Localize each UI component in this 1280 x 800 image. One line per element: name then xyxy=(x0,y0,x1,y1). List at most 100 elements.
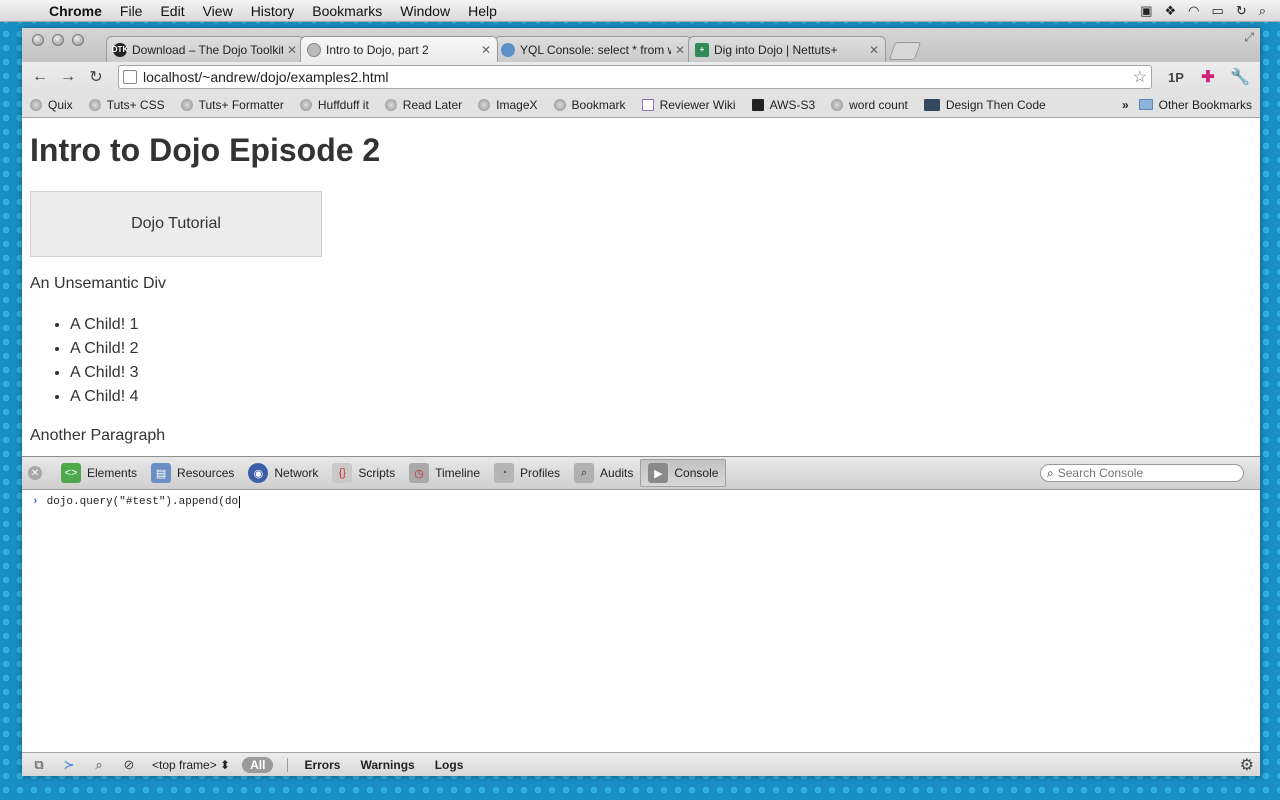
wifi-icon[interactable]: ◠ xyxy=(1188,3,1199,19)
dropbox-icon[interactable]: ❖ xyxy=(1165,3,1177,19)
devtools-close-icon[interactable]: ✕ xyxy=(28,466,42,480)
bookmark-star-icon[interactable]: ☆ xyxy=(1133,67,1147,87)
spotlight-icon[interactable]: ⌕ xyxy=(1259,3,1266,19)
camera-icon[interactable]: ▣ xyxy=(1140,3,1152,19)
globe-icon xyxy=(831,98,844,111)
panel-profiles[interactable]: ◔ Profiles xyxy=(487,459,567,487)
filter-errors[interactable]: Errors xyxy=(304,758,340,772)
tab-dojo-download[interactable]: DTK Download – The Dojo Toolkit ✕ xyxy=(106,36,304,62)
bookmark-tuts-css[interactable]: Tuts+ CSS xyxy=(88,97,165,112)
mac-menubar: Chrome File Edit View History Bookmarks … xyxy=(0,0,1280,22)
bookmark-imagex[interactable]: ImageX xyxy=(478,98,538,112)
globe-icon xyxy=(180,98,193,111)
filter-warnings[interactable]: Warnings xyxy=(360,758,414,772)
search-console-input[interactable] xyxy=(1057,466,1237,480)
bookmark-label: Other Bookmarks xyxy=(1158,97,1252,112)
console-input[interactable]: dojo.query("#test").append(do xyxy=(47,496,238,508)
network-icon: ◉ xyxy=(248,463,269,483)
tab-yql-console[interactable]: YQL Console: select * from w ✕ xyxy=(494,36,692,62)
bookmark-label: Design Then Code xyxy=(945,97,1046,112)
bookmark-word-count[interactable]: word count xyxy=(831,98,908,112)
menu-app-name[interactable]: Chrome xyxy=(40,3,111,19)
bookmark-read-later[interactable]: Read Later xyxy=(384,98,462,112)
panel-label: Timeline xyxy=(435,466,480,480)
tab-close-icon[interactable]: ✕ xyxy=(287,43,297,57)
back-icon[interactable]: ← xyxy=(28,66,52,88)
panel-elements[interactable]: <> Elements xyxy=(54,459,144,487)
panel-audits[interactable]: ⌕ Audits xyxy=(567,459,640,487)
browser-toolbar: ← → ↻ ☆ 1P ✚ 🔧 xyxy=(22,62,1260,92)
filter-all[interactable]: All xyxy=(242,756,274,773)
clear-console-icon[interactable]: ⊘ xyxy=(118,757,140,773)
fullscreen-icon[interactable]: ⤢ xyxy=(1244,30,1254,45)
nettuts-icon: + xyxy=(695,42,709,57)
address-bar[interactable]: ☆ xyxy=(118,65,1152,89)
panel-network[interactable]: ◉ Network xyxy=(241,459,325,487)
bookmark-label: Quix xyxy=(48,97,73,112)
panel-scripts[interactable]: {} Scripts xyxy=(325,459,402,487)
other-bookmarks[interactable]: Other Bookmarks xyxy=(1138,97,1252,112)
tab-intro-to-dojo[interactable]: Intro to Dojo, part 2 ✕ xyxy=(300,36,498,62)
forward-icon[interactable]: → xyxy=(56,66,80,88)
bookmark-design-then-code[interactable]: Design Then Code xyxy=(923,97,1046,112)
elements-icon: <> xyxy=(61,463,81,483)
inspect-search-icon[interactable]: ⌕ xyxy=(88,757,110,773)
tab-close-icon[interactable]: ✕ xyxy=(869,43,879,57)
battery-icon[interactable]: ▭ xyxy=(1212,3,1224,19)
new-tab-button[interactable] xyxy=(888,42,922,60)
bookmark-reviewer-wiki[interactable]: Reviewer Wiki xyxy=(641,97,736,112)
bookmark-bookmark[interactable]: Bookmark xyxy=(553,97,626,112)
tab-title: Intro to Dojo, part 2 xyxy=(326,42,429,57)
close-window-button[interactable] xyxy=(32,34,44,46)
console-prompt[interactable]: › dojo.query("#test").append(do xyxy=(32,496,1250,508)
yql-icon xyxy=(501,42,515,57)
gear-icon[interactable]: ⚙ xyxy=(1240,755,1254,775)
frame-label: <top frame> xyxy=(152,757,217,772)
minimize-window-button[interactable] xyxy=(52,34,64,46)
menu-bookmarks[interactable]: Bookmarks xyxy=(303,3,391,19)
bookmarks-bar: Quix Tuts+ CSS Tuts+ Formatter Huffduff … xyxy=(22,92,1260,118)
menu-view[interactable]: View xyxy=(194,3,242,19)
panel-timeline[interactable]: ◷ Timeline xyxy=(402,459,487,487)
panel-resources[interactable]: ▤ Resources xyxy=(144,459,241,487)
panel-console[interactable]: ▶ Console xyxy=(640,459,727,487)
frame-selector[interactable]: <top frame> ⬍ xyxy=(152,758,230,772)
devtools-toolbar: ✕ <> Elements ▤ Resources ◉ Network {} Scrip… xyxy=(22,456,1260,490)
bookmark-label: Bookmark xyxy=(571,97,626,112)
bookmark-label: Reviewer Wiki xyxy=(659,97,736,112)
prompt-chevron-icon: › xyxy=(32,496,39,508)
more-bookmarks-chevron-icon[interactable]: » xyxy=(1122,98,1129,112)
menu-help[interactable]: Help xyxy=(459,3,506,19)
bookmark-quix[interactable]: Quix xyxy=(30,98,73,112)
page-icon xyxy=(123,70,137,84)
extension-plus-icon[interactable]: ✚ xyxy=(1194,67,1222,87)
menu-window[interactable]: Window xyxy=(391,3,459,19)
devtools-panel: ✕ <> Elements ▤ Resources ◉ Network {} Scrip… xyxy=(22,456,1260,776)
menu-file[interactable]: File xyxy=(111,3,152,19)
tab-close-icon[interactable]: ✕ xyxy=(675,43,685,57)
sync-icon[interactable]: ↻ xyxy=(1236,3,1247,19)
tab-dig-into-dojo[interactable]: + Dig into Dojo | Nettuts+ ✕ xyxy=(688,36,886,62)
dock-icon[interactable]: ⧉ xyxy=(28,757,50,773)
console-search[interactable]: ⌕ xyxy=(1040,464,1244,482)
filter-logs[interactable]: Logs xyxy=(435,758,464,772)
reload-icon[interactable]: ↻ xyxy=(84,66,108,88)
bookmark-aws-s3[interactable]: AWS-S3 xyxy=(751,98,815,112)
wrench-icon[interactable]: 🔧 xyxy=(1226,67,1254,87)
bookmark-tuts-formatter[interactable]: Tuts+ Formatter xyxy=(180,98,284,112)
bookmark-label: word count xyxy=(849,97,908,112)
tab-close-icon[interactable]: ✕ xyxy=(481,43,491,57)
resources-icon: ▤ xyxy=(151,463,172,483)
bookmark-label: Tuts+ CSS xyxy=(106,97,165,112)
menu-edit[interactable]: Edit xyxy=(151,3,193,19)
console-output[interactable]: › dojo.query("#test").append(do xyxy=(22,490,1260,752)
zoom-window-button[interactable] xyxy=(72,34,84,46)
onepassword-icon[interactable]: 1P xyxy=(1162,70,1190,85)
bookmark-huffduff[interactable]: Huffduff it xyxy=(299,98,369,112)
another-paragraph: Another Paragraph xyxy=(30,427,166,444)
console-icon: ▶ xyxy=(648,463,669,483)
show-console-icon[interactable]: ≻ xyxy=(58,757,80,773)
menu-history[interactable]: History xyxy=(242,3,304,19)
scripts-icon: {} xyxy=(332,463,353,483)
url-input[interactable] xyxy=(143,69,1133,85)
